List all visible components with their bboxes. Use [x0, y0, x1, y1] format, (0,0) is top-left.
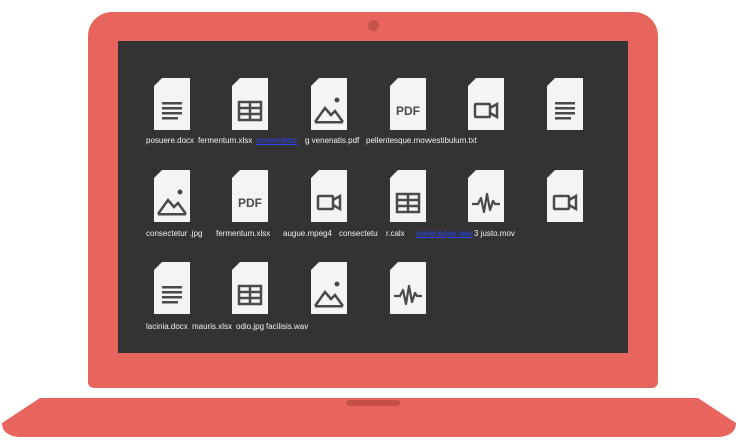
audio-icon[interactable]: [468, 170, 504, 222]
document-icon[interactable]: [547, 78, 583, 130]
file-label-selected[interactable]: consectetur: [256, 135, 297, 147]
file-label[interactable]: fermentum.xlsx: [216, 228, 270, 240]
file-label-selected[interactable]: scelerisque.wav: [416, 228, 473, 240]
pdf-icon[interactable]: PDF: [232, 170, 268, 222]
file-label[interactable]: fermentum.xlsx: [198, 135, 252, 147]
file-label[interactable]: posuere.docx: [146, 135, 194, 147]
svg-text:PDF: PDF: [396, 104, 420, 118]
file-label[interactable]: odio.jpg: [236, 321, 264, 333]
laptop-base: [2, 398, 736, 437]
spreadsheet-icon[interactable]: [390, 170, 426, 222]
video-icon[interactable]: [311, 170, 347, 222]
file-label[interactable]: r.calx: [386, 228, 405, 240]
svg-text:PDF: PDF: [238, 196, 262, 210]
file-label[interactable]: vestibulum.txt: [428, 135, 477, 147]
spreadsheet-icon[interactable]: [232, 78, 268, 130]
spreadsheet-icon[interactable]: [232, 262, 268, 314]
document-icon[interactable]: [154, 78, 190, 130]
file-label[interactable]: mauris.xlsx: [192, 321, 232, 333]
image-icon[interactable]: [311, 78, 347, 130]
image-icon[interactable]: [311, 262, 347, 314]
video-icon[interactable]: [468, 78, 504, 130]
file-label[interactable]: g venenatis.pdf: [305, 135, 359, 147]
pdf-icon[interactable]: PDF: [390, 78, 426, 130]
file-label[interactable]: consectetu: [339, 228, 378, 240]
file-label[interactable]: facilisis.wav: [266, 321, 308, 333]
audio-icon[interactable]: [390, 262, 426, 314]
document-icon[interactable]: [154, 262, 190, 314]
file-label[interactable]: pellentesque.mov: [366, 135, 429, 147]
image-icon[interactable]: [154, 170, 190, 222]
file-label[interactable]: augue.mpeg4: [283, 228, 332, 240]
file-label[interactable]: 3 justo.mov: [474, 228, 515, 240]
file-label[interactable]: consectetur .jpg: [146, 228, 202, 240]
video-icon[interactable]: [547, 170, 583, 222]
file-label[interactable]: lacinia.docx: [146, 321, 188, 333]
webcam: [368, 20, 379, 31]
